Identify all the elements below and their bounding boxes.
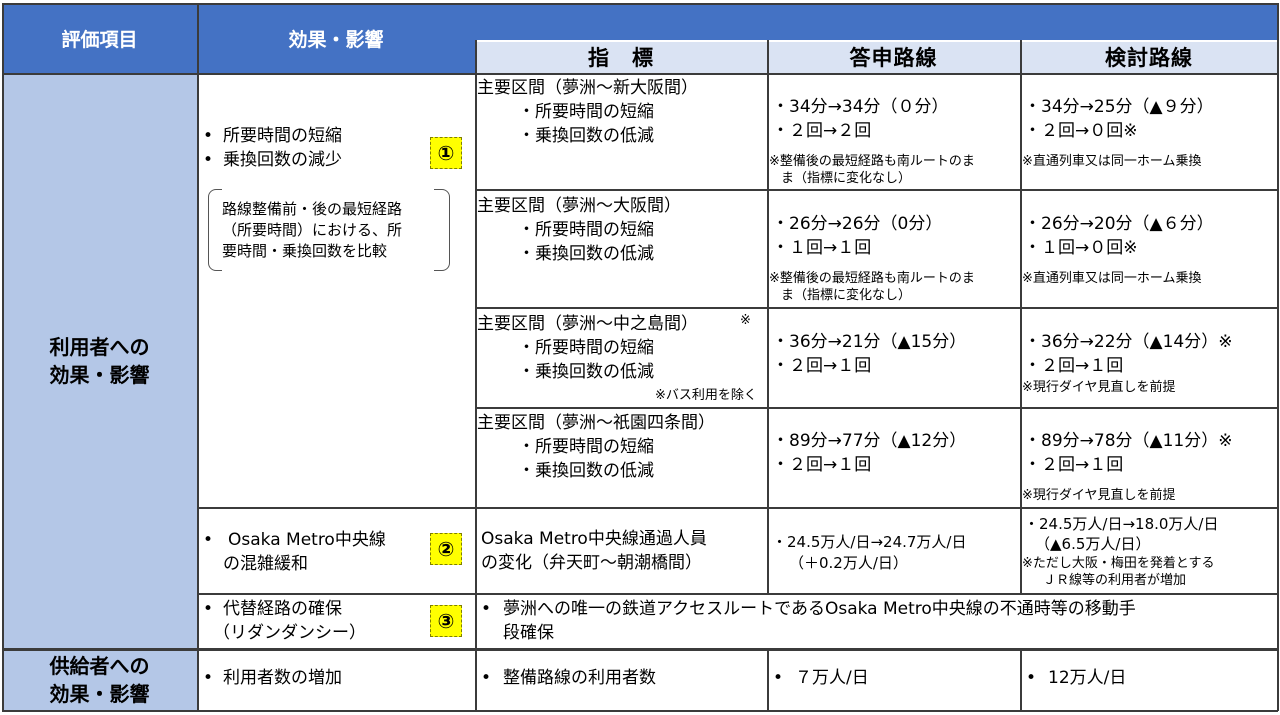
effect2-badge: ② (430, 533, 462, 565)
effect2-toushin-2: （＋0.2万人/日） (789, 554, 908, 572)
bullet-icon: • (481, 599, 492, 619)
bullet-icon: • (1026, 668, 1037, 688)
effect2-kentou-note-1: ※ただし大阪・梅田を発着とする (1022, 556, 1215, 571)
effect2-indicator-2: の変化（弁天町～朝潮橋間） (481, 553, 702, 573)
bullet-icon: • (203, 668, 214, 688)
effect2-indicator-1: Osaka Metro中央線通過人員 (481, 529, 707, 549)
users-section-label: 利用者への 効果・影響 (2, 73, 197, 649)
row1-toushin-2: ・２回→２回 (772, 121, 872, 141)
header-eval-item-label: 評価項目 (61, 28, 138, 51)
row1-toushin-note-1: ※整備後の最短経路も南ルートのま (769, 154, 975, 169)
header-effect-label: 効果・影響 (288, 28, 384, 51)
row1-toushin-1: ・34分→34分（０分） (772, 97, 949, 117)
row3-sub-1: ・所要時間の短縮 (518, 338, 654, 358)
effect3-desc-1: 夢洲への唯一の鉄道アクセスルートであるOsaka Metro中央線の不通時等の移… (503, 599, 1136, 619)
bullet-icon: • (203, 599, 214, 619)
header-toushin: 答申路線 (767, 40, 1020, 73)
supplier-effect: 利用者数の増加 (223, 668, 342, 688)
header-band-right (475, 3, 1278, 40)
header-kentou-label: 検討路線 (1105, 45, 1193, 70)
supplier-indicator: 整備路線の利用者数 (503, 668, 656, 688)
row2-sub-2: ・乗換回数の低減 (518, 244, 654, 264)
effect2-line-2: の混雑緩和 (223, 554, 308, 574)
row1-kentou-1: ・34分→25分（▲９分） (1024, 97, 1214, 117)
header-toushin-label: 答申路線 (849, 45, 938, 70)
row1-kentou-2: ・２回→０回※ (1024, 121, 1138, 141)
effect3-line-2: （リダンダンシー） (213, 623, 366, 643)
row2-toushin-1: ・26分→26分（0分） (772, 214, 943, 234)
supplier-kentou: 12万人/日 (1048, 668, 1127, 688)
row4-kentou-2: ・２回→１回 (1024, 455, 1124, 475)
row3-sub-2: ・乗換回数の低減 (518, 362, 654, 382)
effect1-note-line-1: 路線整備前・後の最短経路 (222, 200, 403, 218)
suppliers-section-label: 供給者への 効果・影響 (2, 649, 197, 711)
row3-toushin-1: ・36分→21分（▲15分） (772, 332, 967, 352)
supplier-toushin: ７万人/日 (795, 668, 869, 688)
header-eval-item: 評価項目 (2, 3, 197, 73)
header-indicator-label: 指 標 (588, 45, 654, 70)
users-section-text: 利用者への 効果・影響 (49, 335, 150, 387)
bullet-icon: • (203, 530, 214, 550)
effect3-badge-label: ③ (437, 609, 455, 633)
effect1-badge-label: ① (437, 141, 455, 165)
row2-kentou-note: ※直通列車又は同一ホーム乗換 (1022, 271, 1202, 286)
row1-sub-1: ・所要時間の短縮 (518, 102, 654, 122)
bullet-icon: • (481, 668, 492, 688)
effect1-note-line-3: 要時間・乗換回数を比較 (222, 242, 388, 260)
row2-kentou-2: ・１回→０回※ (1024, 238, 1138, 258)
effect1-badge: ① (430, 137, 462, 169)
effect3-desc-2: 段確保 (503, 623, 554, 643)
row1-kentou-note: ※直通列車又は同一ホーム乗換 (1022, 154, 1202, 169)
bullet-icon: • (203, 126, 214, 146)
row2-kentou-1: ・26分→20分（▲６分） (1024, 214, 1214, 234)
bullet-icon: • (773, 668, 784, 688)
row3-kentou-2: ・２回→１回 (1024, 356, 1124, 376)
row2-toushin-note-2: ま（指標に変化なし） (781, 288, 912, 303)
effect2-line-1: Osaka Metro中央線 (228, 530, 386, 550)
row1-title: 主要区間（夢洲～新大阪間） (477, 78, 698, 98)
row4-title: 主要区間（夢洲～祇園四条間） (477, 413, 715, 433)
row2-toushin-2: ・１回→１回 (772, 238, 872, 258)
effect3-badge: ③ (430, 605, 462, 637)
row3-title-mark: ※ (740, 313, 751, 328)
effect1-note-line-2: （所要時間）における、所 (222, 221, 403, 239)
effect2-kentou-2: （▲6.5万人/日） (1035, 535, 1151, 553)
header-indicator: 指 標 (475, 40, 767, 73)
row3-title: 主要区間（夢洲～中之島間） (477, 314, 698, 334)
effect3-line-1: 代替経路の確保 (223, 599, 342, 619)
row3-toushin-2: ・２回→１回 (772, 356, 872, 376)
row3-sub-note: ※バス利用を除く (655, 388, 757, 403)
row4-sub-2: ・乗換回数の低減 (518, 461, 654, 481)
row4-sub-1: ・所要時間の短縮 (518, 437, 654, 457)
row2-sub-1: ・所要時間の短縮 (518, 220, 654, 240)
row2-toushin-note-1: ※整備後の最短経路も南ルートのま (769, 271, 975, 286)
bullet-icon: • (203, 150, 214, 170)
row1-sub-2: ・乗換回数の低減 (518, 126, 654, 146)
suppliers-section-text: 供給者への 効果・影響 (49, 654, 150, 706)
row4-toushin-1: ・89分→77分（▲12分） (772, 431, 967, 451)
effect1-bullet-2: 乗換回数の減少 (223, 150, 342, 170)
row4-kentou-note: ※現行ダイヤ見直しを前提 (1022, 488, 1176, 503)
row1-toushin-note-2: ま（指標に変化なし） (781, 171, 912, 186)
row3-kentou-1: ・36分→22分（▲14分）※ (1024, 332, 1233, 352)
row4-kentou-1: ・89分→78分（▲11分）※ (1024, 431, 1233, 451)
effect1-bullet-1: 所要時間の短縮 (223, 126, 342, 146)
header-kentou: 検討路線 (1020, 40, 1278, 73)
row4-toushin-2: ・２回→１回 (772, 455, 872, 475)
header-effect: 効果・影響 (197, 3, 475, 73)
effect2-kentou-note-2: ＪＲ線等の利用者が増加 (1043, 573, 1187, 588)
row2-title: 主要区間（夢洲～大阪間） (477, 196, 681, 216)
row3-kentou-note: ※現行ダイヤ見直しを前提 (1022, 380, 1176, 395)
effect2-badge-label: ② (437, 537, 455, 561)
